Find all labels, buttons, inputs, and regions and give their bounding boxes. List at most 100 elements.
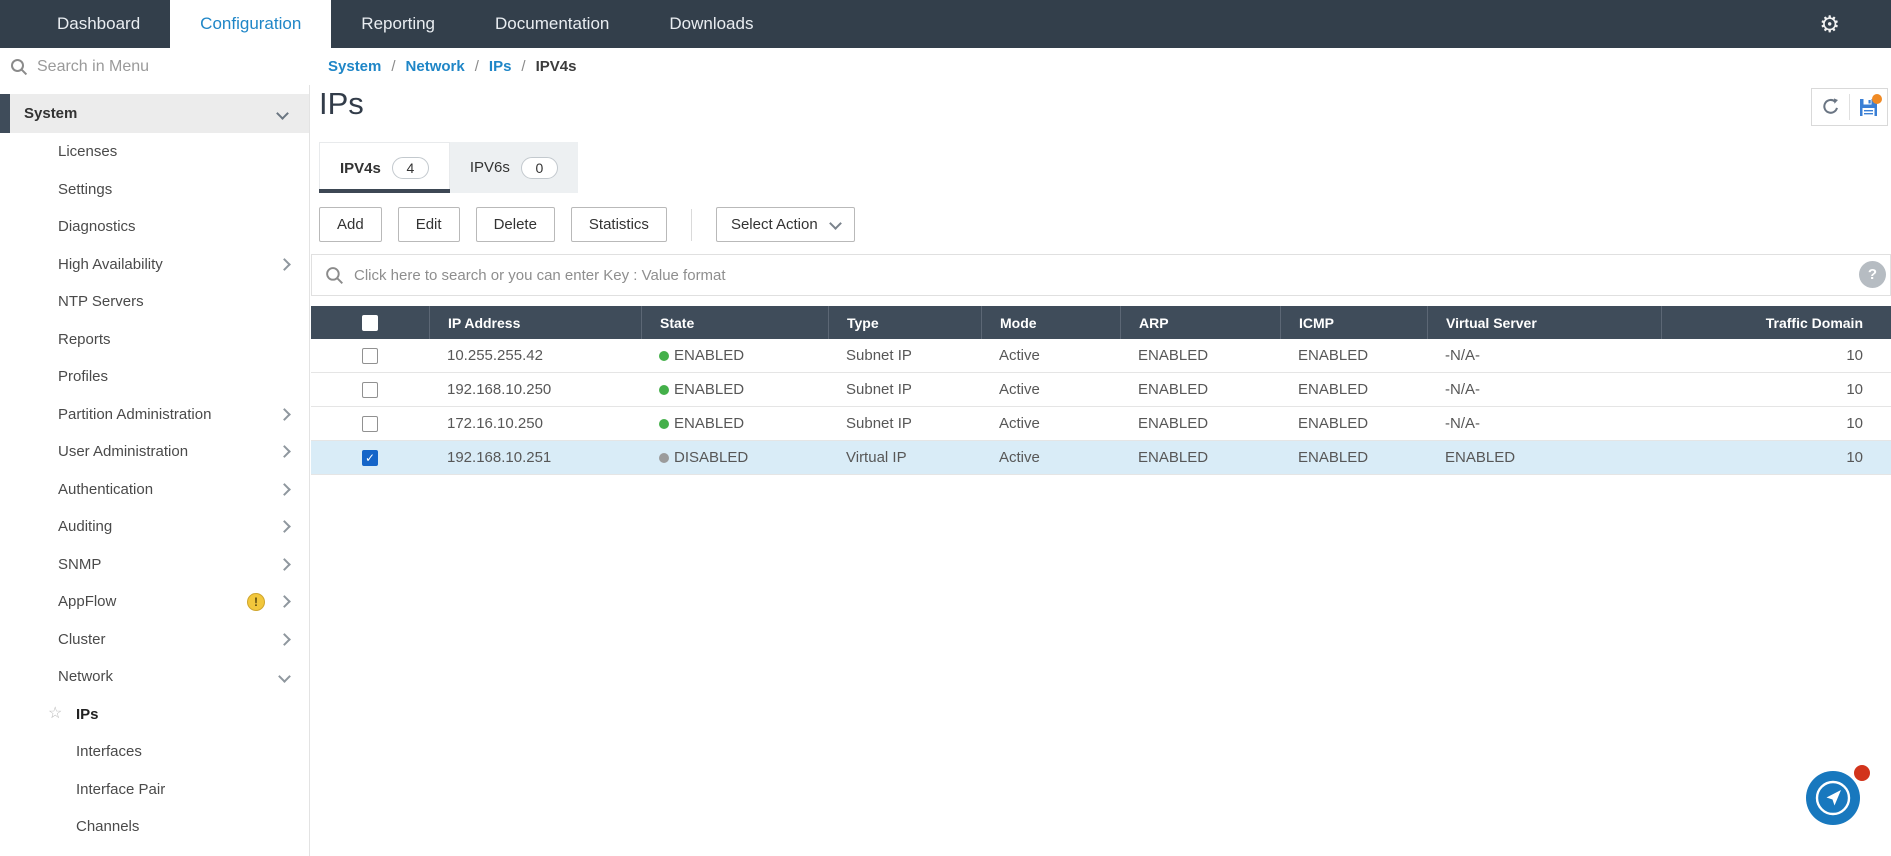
row-checkbox[interactable] [362,381,378,398]
column-header-icmp[interactable]: ICMP [1280,306,1427,339]
mode-cell: Active [999,449,1040,466]
save-button[interactable] [1850,89,1887,125]
column-header-traffic-domain[interactable]: Traffic Domain [1661,306,1891,339]
sidebar-item-user-administration[interactable]: User Administration [0,433,309,471]
column-header-type[interactable]: Type [828,306,981,339]
ip-table: IP Address State Type Mode ARP ICMP Virt… [311,306,1891,475]
row-checkbox[interactable] [362,415,378,432]
virtual-server-cell: ENABLED [1445,449,1516,466]
add-button[interactable]: Add [319,207,382,242]
refresh-button[interactable] [1812,89,1849,125]
edit-button[interactable]: Edit [397,207,460,242]
virtual-server-cell: -N/A- [1445,381,1480,398]
table-row[interactable]: 10.255.255.42 ENABLED Subnet IP Active E… [311,339,1891,373]
sidebar-item-auditing[interactable]: Auditing [0,508,309,546]
table-row[interactable]: 192.168.10.250 ENABLED Subnet IP Active … [311,373,1891,407]
menu-search-placeholder: Search in Menu [37,57,150,75]
sidebar-item-partition-administration[interactable]: Partition Administration [0,396,309,434]
sidebar-item-channels[interactable]: Channels [0,808,309,846]
tab-ipv6s-count-badge: 0 [520,156,558,179]
search-icon [11,58,28,75]
select-all-cell [311,306,429,339]
sidebar-item-settings[interactable]: Settings [0,171,309,209]
sidebar-item-licenses[interactable]: Licenses [0,133,309,171]
icmp-cell: ENABLED [1298,381,1369,398]
sidebar-item-diagnostics[interactable]: Diagnostics [0,208,309,246]
table-search-placeholder: Click here to search or you can enter Ke… [354,266,726,284]
tab-ipv4s-count-badge: 4 [391,157,429,179]
tab-ipv6s-label: IPV6s [469,159,510,176]
chevron-right-icon [278,445,291,459]
icmp-cell: ENABLED [1298,415,1369,432]
sidebar-section-label: System [24,105,78,122]
breadcrumb-link-system[interactable]: System [328,58,381,75]
chevron-right-icon [278,632,291,646]
save-notification-dot [1872,93,1882,104]
mode-cell: Active [999,381,1040,398]
ip-address-cell: 172.16.10.250 [447,415,543,432]
star-icon[interactable]: ☆ [48,706,62,722]
table-row-selected[interactable]: ✓ 192.168.10.251 DISABLED Virtual IP Act… [311,441,1891,475]
sidebar-item-appflow[interactable]: AppFlow! [0,583,309,621]
column-header-state[interactable]: State [641,306,828,339]
table-row[interactable]: 172.16.10.250 ENABLED Subnet IP Active E… [311,407,1891,441]
breadcrumb-link-ips[interactable]: IPs [489,58,512,75]
page-title: IPs [319,86,364,121]
row-checkbox[interactable] [362,347,378,364]
chevron-down-icon [278,670,291,684]
nav-item-configuration[interactable]: Configuration [170,0,332,48]
breadcrumb-link-network[interactable]: Network [406,58,465,75]
nav-item-dashboard[interactable]: Dashboard [27,0,170,48]
warning-icon: ! [247,592,265,611]
sidebar-section-system[interactable]: System [0,94,309,133]
column-header-arp[interactable]: ARP [1120,306,1280,339]
sidebar-item-cluster[interactable]: Cluster [0,621,309,659]
chevron-right-icon [278,407,291,421]
sidebar-item-interface-pair[interactable]: Interface Pair [0,771,309,809]
nav-item-documentation[interactable]: Documentation [465,0,639,48]
tab-ipv4s[interactable]: IPV4s 4 [319,142,450,193]
help-icon[interactable]: ? [1859,261,1886,288]
menu-search-input[interactable]: Search in Menu [10,48,300,85]
column-header-ip-address[interactable]: IP Address [429,306,641,339]
column-header-virtual-server[interactable]: Virtual Server [1427,306,1661,339]
nav-item-reporting[interactable]: Reporting [331,0,465,48]
sidebar-item-snmp[interactable]: SNMP [0,546,309,584]
row-checkbox-checked[interactable]: ✓ [362,449,378,466]
breadcrumb-current: IPV4s [535,58,577,75]
type-cell: Subnet IP [846,415,912,432]
icmp-cell: ENABLED [1298,347,1369,364]
traffic-domain-cell: 10 [1846,415,1863,432]
tab-ipv6s[interactable]: IPV6s 0 [449,142,578,193]
sidebar: System Licenses Settings Diagnostics Hig… [0,85,310,856]
sidebar-item-high-availability[interactable]: High Availability [0,246,309,284]
chevron-right-icon [278,520,291,534]
sidebar-item-traffic-domains[interactable]: Traffic Domains [0,846,309,856]
chevron-right-icon [278,595,291,609]
delete-button[interactable]: Delete [475,207,555,242]
gear-icon[interactable]: ⚙ [1819,0,1840,48]
sidebar-item-ips[interactable]: ☆ IPs [0,696,309,734]
select-action-dropdown[interactable]: Select Action [715,207,855,242]
arp-cell: ENABLED [1138,449,1209,466]
sidebar-item-profiles[interactable]: Profiles [0,358,309,396]
table-search-input[interactable]: Click here to search or you can enter Ke… [311,254,1891,296]
sidebar-item-authentication[interactable]: Authentication [0,471,309,509]
virtual-server-cell: -N/A- [1445,415,1480,432]
ip-address-cell: 192.168.10.251 [447,449,552,466]
column-header-mode[interactable]: Mode [981,306,1120,339]
arp-cell: ENABLED [1138,347,1209,364]
state-cell: ENABLED [641,347,828,364]
main-content: IPs IPV4s 4 IPV6s 0 Add Edit Delete Stat… [311,85,1891,856]
select-all-checkbox[interactable] [362,314,378,331]
statistics-button[interactable]: Statistics [570,207,667,242]
tab-ipv4s-label: IPV4s [340,159,381,177]
chevron-right-icon [278,482,291,496]
sidebar-item-network[interactable]: Network [0,658,309,696]
sidebar-item-interfaces[interactable]: Interfaces [0,733,309,771]
assistant-fab-button[interactable] [1805,763,1872,826]
sidebar-item-reports[interactable]: Reports [0,321,309,359]
refresh-icon [1822,98,1838,114]
sidebar-item-ntp-servers[interactable]: NTP Servers [0,283,309,321]
nav-item-downloads[interactable]: Downloads [639,0,783,48]
